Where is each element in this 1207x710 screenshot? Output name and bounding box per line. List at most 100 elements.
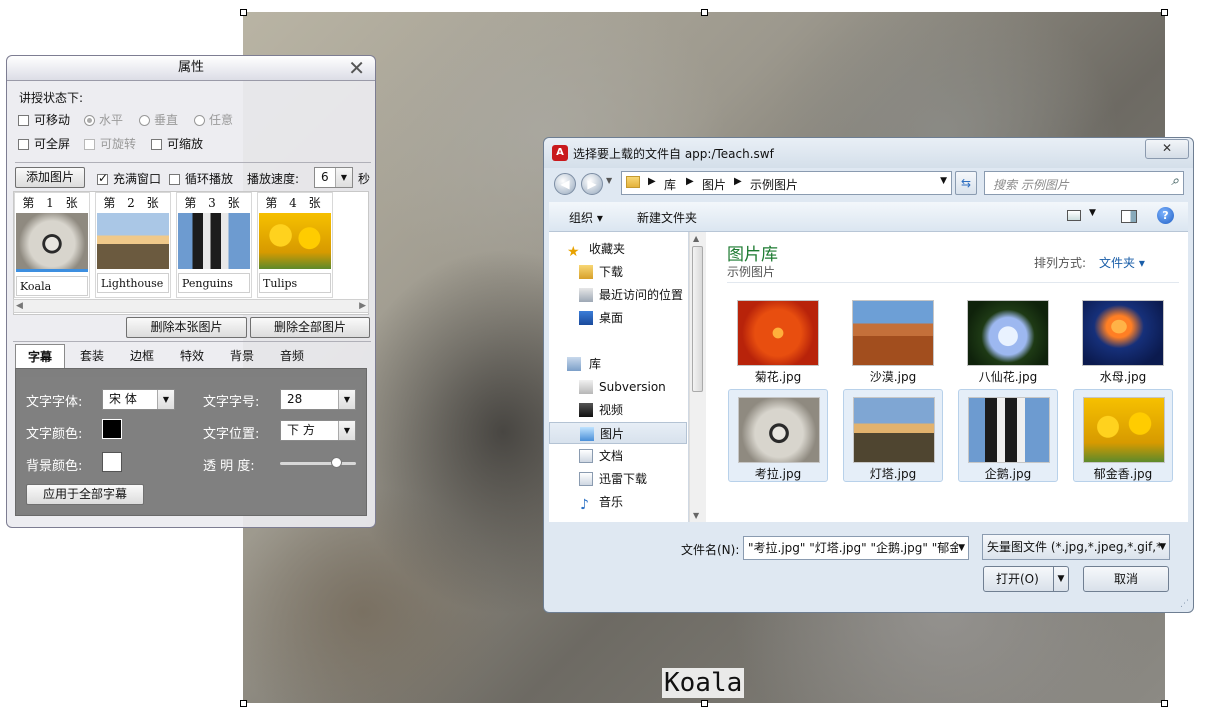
movable-checkbox[interactable]: 可移动 [18, 111, 70, 128]
thumbnail-name: Koala [16, 276, 88, 296]
tab-suit[interactable]: 套装 [67, 344, 117, 368]
opacity-slider-handle[interactable] [331, 457, 342, 468]
resize-grip-icon[interactable]: ⋰ [1180, 599, 1189, 609]
help-icon[interactable]: ? [1157, 207, 1174, 224]
arrange-by-select[interactable]: 文件夹 ▾ [1099, 254, 1145, 271]
nav-pictures[interactable]: 图片 [549, 422, 687, 444]
nav-documents[interactable]: 文档 [549, 445, 687, 467]
scroll-down-icon[interactable]: ▼ [693, 511, 699, 520]
address-chevron-down-icon[interactable]: ▼ [940, 176, 947, 186]
file-item[interactable]: 菊花.jpg [728, 293, 828, 386]
scroll-right-icon[interactable]: ▶ [359, 300, 366, 312]
rotatable-checkbox[interactable]: 可旋转 [84, 135, 136, 152]
nav-recent-places[interactable]: 最近访问的位置 [549, 284, 687, 306]
resize-handle-top-right[interactable] [1161, 9, 1168, 16]
file-type-select[interactable]: 矢量图文件 (*.jpg,*.jpeg,*.gif,* ▼ [982, 534, 1170, 560]
preview-pane-icon[interactable] [1121, 210, 1137, 223]
tab-audio[interactable]: 音频 [267, 344, 317, 368]
delete-current-image-button[interactable]: 删除本张图片 [126, 317, 247, 338]
nav-xunlei-downloads[interactable]: 迅雷下载 [549, 468, 687, 490]
nav-music[interactable]: ♪ 音乐 [549, 491, 687, 513]
tab-border[interactable]: 边框 [117, 344, 167, 368]
forward-arrow-icon[interactable]: ▶ [581, 173, 603, 195]
font-size-select[interactable]: 28 ▼ [280, 389, 356, 410]
view-options-icon[interactable] [1067, 210, 1081, 221]
thumbnail-scrollbar[interactable]: ◀ ▶ [13, 299, 369, 313]
scroll-left-icon[interactable]: ◀ [16, 300, 23, 312]
chevron-down-icon: ▼ [335, 168, 352, 187]
search-icon[interactable]: ⌕ [1171, 173, 1179, 189]
breadcrumb-pictures[interactable]: 图片 [702, 176, 726, 193]
scroll-up-icon[interactable]: ▲ [693, 234, 699, 243]
refresh-icon[interactable]: ⇆ [955, 171, 977, 195]
nav-downloads[interactable]: 下载 [549, 261, 687, 283]
back-arrow-icon[interactable]: ◀ [554, 173, 576, 195]
orientation-any-radio[interactable]: 任意 [194, 111, 233, 128]
delete-all-images-button[interactable]: 删除全部图片 [250, 317, 370, 338]
view-chevron-down-icon[interactable]: ▼ [1089, 208, 1096, 218]
close-icon[interactable]: ✕ [1145, 139, 1189, 159]
new-folder-button[interactable]: 新建文件夹 [637, 209, 697, 226]
scrollbar-thumb[interactable] [692, 246, 703, 392]
loop-play-checkbox[interactable]: 循环播放 [169, 170, 233, 187]
thumbnail-4[interactable]: 第 4 张 Tulips [257, 192, 333, 298]
open-button[interactable]: 打开(O) ▼ [983, 566, 1069, 592]
panel-title: 属性 [177, 60, 204, 75]
breadcrumb-library[interactable]: 库 [664, 176, 676, 193]
fullscreen-checkbox[interactable]: 可全屏 [18, 135, 70, 152]
libraries-label: 库 [589, 357, 602, 371]
file-item[interactable]: 沙漠.jpg [843, 293, 943, 386]
history-chevron-down-icon[interactable]: ▼ [606, 176, 612, 185]
breadcrumb-sample-pictures[interactable]: 示例图片 [750, 176, 798, 193]
tab-effects[interactable]: 特效 [167, 344, 217, 368]
text-color-swatch[interactable] [102, 419, 122, 439]
close-icon[interactable]: ✕ [348, 56, 365, 80]
nav-videos[interactable]: 视频 [549, 399, 687, 421]
tab-subtitle[interactable]: 字幕 [15, 344, 65, 368]
apply-all-subtitles-button[interactable]: 应用于全部字幕 [26, 484, 144, 505]
background-color-swatch[interactable] [102, 452, 122, 472]
orientation-horizontal-radio[interactable]: 水平 [84, 111, 123, 128]
fill-window-checkbox[interactable]: 充满窗口 [97, 170, 161, 187]
resize-handle-top-left[interactable] [240, 9, 247, 16]
organize-button[interactable]: 组织 ▾ [569, 209, 603, 226]
resize-handle-bottom[interactable] [701, 700, 708, 707]
nav-subversion[interactable]: Subversion [549, 376, 687, 398]
search-input[interactable]: 搜索 示例图片 ⌕ [984, 171, 1184, 195]
thumbnail-3[interactable]: 第 3 张 Penguins [176, 192, 252, 298]
resize-handle-top[interactable] [701, 9, 708, 16]
speed-select[interactable]: 6 ▼ [314, 167, 353, 188]
scalable-checkbox[interactable]: 可缩放 [151, 135, 203, 152]
navigation-scrollbar[interactable]: ▲ ▼ [689, 232, 706, 522]
cancel-button[interactable]: 取消 [1083, 566, 1169, 592]
add-image-button[interactable]: 添加图片 [15, 167, 85, 188]
font-select[interactable]: 宋 体 ▼ [102, 389, 175, 410]
file-item[interactable]: 灯塔.jpg [843, 389, 943, 482]
filename-chevron-down-icon[interactable]: ▼ [958, 537, 965, 559]
file-item[interactable]: 郁金香.jpg [1073, 389, 1173, 482]
speed-unit: 秒 [358, 172, 371, 186]
nav-desktop[interactable]: 桌面 [549, 307, 687, 329]
file-type-chevron-down-icon[interactable]: ▼ [1159, 535, 1166, 559]
opacity-slider-track[interactable] [280, 462, 356, 465]
dialog-titlebar[interactable]: A 选择要上载的文件自 app:/Teach.swf ✕ [544, 138, 1193, 168]
nav-libraries[interactable]: 库 [549, 353, 687, 375]
picture-library-icon [580, 427, 594, 441]
address-bar[interactable]: ▶ 库 ▶ 图片 ▶ 示例图片 ▼ [621, 171, 952, 195]
resize-handle-bottom-right[interactable] [1161, 700, 1168, 707]
file-item[interactable]: 八仙花.jpg [958, 293, 1058, 386]
file-item[interactable]: 考拉.jpg [728, 389, 828, 482]
file-item[interactable]: 水母.jpg [1073, 293, 1173, 386]
tab-background[interactable]: 背景 [217, 344, 267, 368]
nav-favorites[interactable]: ★ 收藏夹 [549, 238, 687, 260]
orientation-vertical-radio[interactable]: 垂直 [139, 111, 178, 128]
file-item[interactable]: 企鹅.jpg [958, 389, 1058, 482]
text-position-select[interactable]: 下 方 ▼ [280, 420, 356, 441]
thumbnail-2[interactable]: 第 2 张 Lighthouse [95, 192, 171, 298]
checkbox-box [18, 115, 29, 126]
open-options-chevron-down-icon[interactable]: ▼ [1053, 567, 1068, 591]
filename-input[interactable]: "考拉.jpg" "灯塔.jpg" "企鹅.jpg" "郁金 ▼ [743, 536, 969, 560]
panel-titlebar[interactable]: 属性 ✕ [7, 56, 375, 81]
thumbnail-1[interactable]: 第 1 张 Koala [14, 192, 90, 298]
resize-handle-bottom-left[interactable] [240, 700, 247, 707]
